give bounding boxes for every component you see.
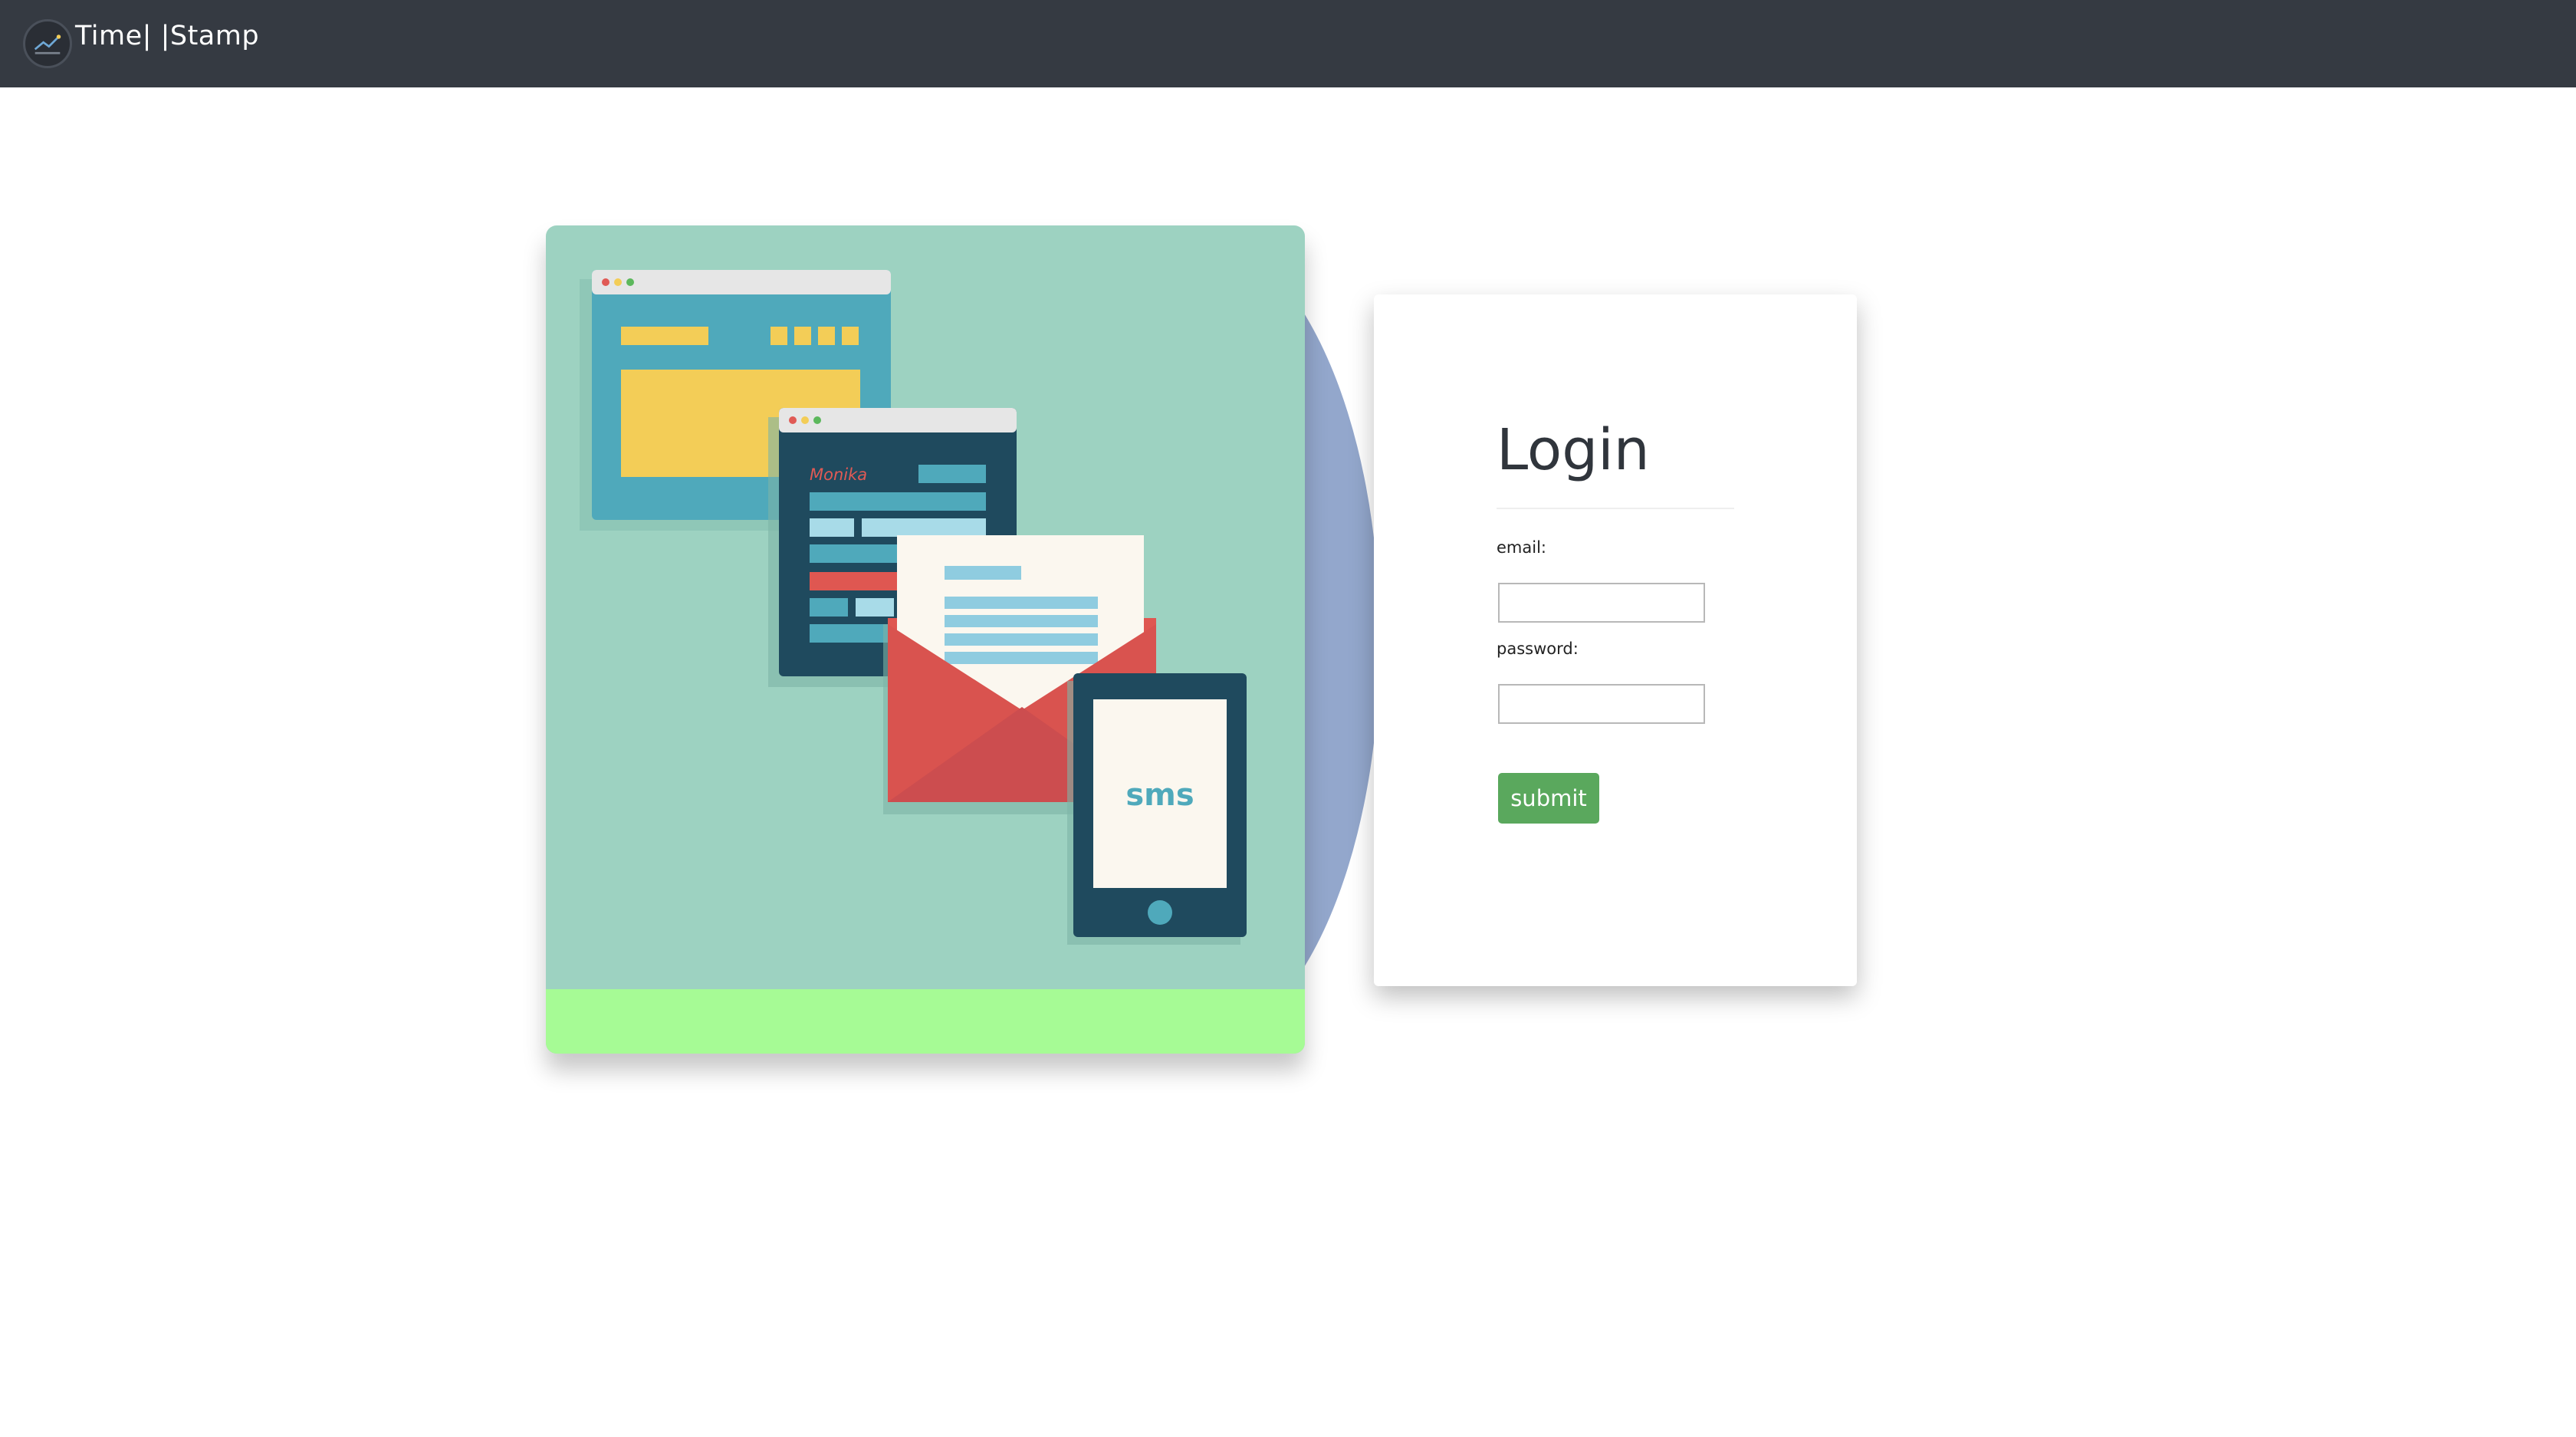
svg-text:sms: sms [1125,778,1194,813]
brand-name[interactable]: Time| |Stamp [75,21,259,51]
phone-sms-icon: sms [1067,673,1247,945]
login-title: Login [1497,417,1650,483]
top-navbar: Time| |Stamp [0,0,2576,87]
title-divider [1497,508,1734,509]
password-field[interactable] [1498,684,1705,724]
password-label: password: [1497,640,1579,658]
email-field[interactable] [1498,583,1705,623]
timestamp-logo-icon[interactable] [23,19,72,68]
illustration-card: Monika sms [546,225,1305,1054]
submit-button[interactable]: submit [1498,773,1599,824]
login-card: Login email: password: submit [1374,294,1857,986]
email-label: email: [1497,538,1546,557]
svg-text:Monika: Monika [810,465,867,484]
footer-strip [546,989,1305,1054]
